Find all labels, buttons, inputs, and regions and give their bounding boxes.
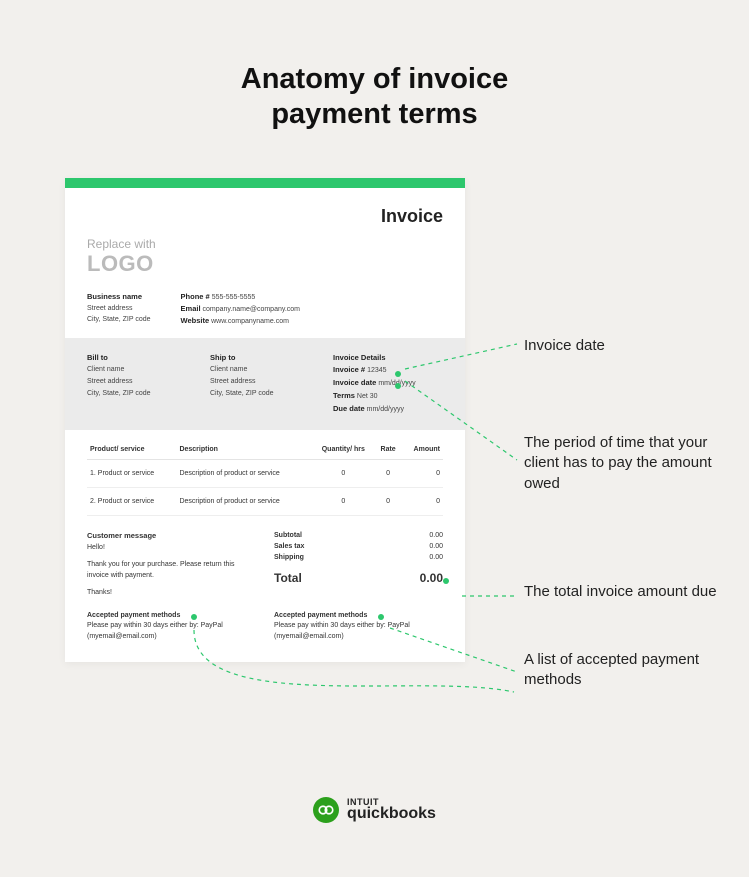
marker-dot-accepted-2: [378, 614, 384, 620]
invoice-number-value: 12345: [367, 367, 386, 374]
brand-text: INTUIT quickbooks: [347, 798, 436, 822]
details-label: Invoice Details: [333, 352, 443, 365]
cell-rate: 0: [375, 459, 402, 487]
website-value: www.companyname.com: [211, 318, 289, 325]
subtotal-value: 0.00: [429, 532, 443, 539]
page-title: Anatomy of invoice payment terms: [0, 0, 749, 132]
cell-description: Description of product or service: [176, 459, 312, 487]
bill-to-city: City, State, ZIP code: [87, 388, 151, 400]
col-quantity: Quantity/ hrs: [312, 438, 375, 460]
email-value: company.name@company.com: [203, 306, 301, 313]
total-value: 0.00: [420, 571, 443, 585]
accepted-text-2: Please pay within 30 days either by: Pay…: [274, 621, 443, 642]
message-body: Thank you for your purchase. Please retu…: [87, 559, 256, 581]
email-label: Email: [181, 303, 201, 315]
phone-value: 555-555-5555: [212, 294, 256, 301]
message-label: Customer message: [87, 530, 256, 542]
invoice-details: Invoice Details Invoice # 12345 Invoice …: [333, 352, 443, 416]
marker-dot-accepted-1: [191, 614, 197, 620]
cell-product: 1. Product or service: [87, 459, 176, 487]
annotation-invoice-date: Invoice date: [524, 336, 719, 356]
accepted-label-2: Accepted payment methods: [274, 612, 367, 619]
col-product: Product/ service: [87, 438, 176, 460]
due-date-value: mm/dd/yyyy: [367, 406, 404, 413]
cell-amount: 0: [402, 459, 443, 487]
accepted-text-1: Please pay within 30 days either by: Pay…: [87, 621, 256, 642]
cell-description: Description of product or service: [176, 487, 312, 515]
annotation-total: The total invoice amount due: [524, 582, 719, 602]
cell-qty: 0: [312, 487, 375, 515]
tax-value: 0.00: [429, 543, 443, 550]
terms-value: Net 30: [357, 393, 378, 400]
col-description: Description: [176, 438, 312, 460]
accent-bar: [65, 178, 465, 188]
title-line-2: payment terms: [271, 98, 477, 130]
bill-to: Bill to Client name Street address City,…: [87, 352, 151, 416]
shipping-value: 0.00: [429, 554, 443, 561]
invoice-heading: Invoice: [87, 206, 443, 227]
invoice-date-label: Invoice date: [333, 378, 376, 387]
marker-dot-total: [443, 578, 449, 584]
business-street: Street address: [87, 303, 151, 314]
details-band: Bill to Client name Street address City,…: [65, 338, 465, 430]
accepted-payment-right: Accepted payment methods Please pay with…: [274, 611, 443, 643]
due-date-label: Due date: [333, 404, 365, 413]
bill-to-street: Street address: [87, 376, 151, 388]
cell-rate: 0: [375, 487, 402, 515]
invoice-number-label: Invoice #: [333, 365, 365, 374]
col-rate: Rate: [375, 438, 402, 460]
marker-dot-invoice-date: [395, 371, 401, 377]
summary: Subtotal0.00 Sales tax0.00 Shipping0.00 …: [274, 530, 443, 599]
ship-to-name: Client name: [210, 364, 274, 376]
logo-placeholder: Replace with LOGO: [87, 237, 443, 277]
ship-to-label: Ship to: [210, 352, 274, 365]
table-row: 1. Product or serviceDescription of prod…: [87, 459, 443, 487]
customer-message: Customer message Hello! Thank you for yo…: [87, 530, 256, 599]
message-signoff: Thanks!: [87, 587, 256, 598]
business-contact: Phone # 555-555-5555 Email company.name@…: [181, 291, 300, 328]
tax-label: Sales tax: [274, 543, 304, 550]
logo-word: LOGO: [87, 251, 443, 277]
total-label: Total: [274, 571, 302, 585]
logo-replace-text: Replace with: [87, 237, 443, 251]
ship-to-street: Street address: [210, 376, 274, 388]
ship-to: Ship to Client name Street address City,…: [210, 352, 274, 416]
title-line-1: Anatomy of invoice: [241, 63, 509, 95]
phone-label: Phone #: [181, 291, 210, 303]
brand-footer: INTUIT quickbooks: [0, 797, 749, 823]
invoice-card: Invoice Replace with LOGO Business name …: [65, 178, 465, 662]
annotation-terms: The period of time that your client has …: [524, 433, 719, 494]
accepted-label-1: Accepted payment methods: [87, 612, 180, 619]
cell-qty: 0: [312, 459, 375, 487]
business-city: City, State, ZIP code: [87, 314, 151, 325]
terms-label: Terms: [333, 391, 355, 400]
bill-to-name: Client name: [87, 364, 151, 376]
shipping-label: Shipping: [274, 554, 304, 561]
business-name-label: Business name: [87, 291, 151, 303]
bill-to-label: Bill to: [87, 352, 151, 365]
business-address: Business name Street address City, State…: [87, 291, 151, 328]
quickbooks-logo-icon: [313, 797, 339, 823]
message-greeting: Hello!: [87, 542, 256, 553]
ship-to-city: City, State, ZIP code: [210, 388, 274, 400]
brand-quickbooks: quickbooks: [347, 806, 436, 822]
col-amount: Amount: [402, 438, 443, 460]
table-row: 2. Product or serviceDescription of prod…: [87, 487, 443, 515]
line-items-table: Product/ service Description Quantity/ h…: [65, 430, 465, 520]
website-label: Website: [181, 315, 210, 327]
subtotal-label: Subtotal: [274, 532, 302, 539]
cell-amount: 0: [402, 487, 443, 515]
accepted-payment-left: Accepted payment methods Please pay with…: [87, 611, 256, 643]
cell-product: 2. Product or service: [87, 487, 176, 515]
annotation-accepted: A list of accepted payment methods: [524, 650, 719, 691]
marker-dot-terms: [395, 383, 401, 389]
